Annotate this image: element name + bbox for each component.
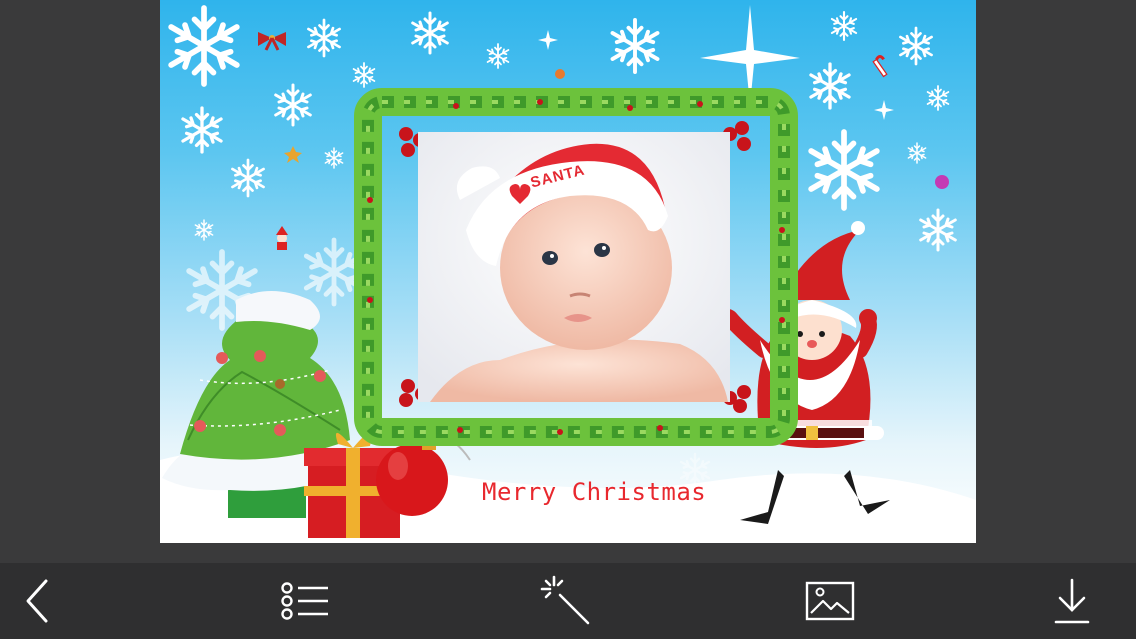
effects-button[interactable] xyxy=(536,571,596,631)
merry-christmas-greeting: Merry Christmas xyxy=(482,478,707,506)
list-icon xyxy=(281,582,328,620)
gallery-button[interactable] xyxy=(800,571,860,631)
card-artwork xyxy=(160,5,976,543)
download-icon xyxy=(1054,578,1090,624)
photo-canvas-area: SANTA SANTA Merry Christmas xyxy=(0,0,1136,563)
bottom-toolbar xyxy=(0,563,1136,639)
image-icon xyxy=(805,581,855,621)
back-button[interactable] xyxy=(10,571,70,631)
download-button[interactable] xyxy=(1042,571,1102,631)
magic-wand-icon xyxy=(540,575,590,625)
christmas-frame-card[interactable]: SANTA SANTA Merry Christmas xyxy=(160,0,976,543)
chevron-left-icon xyxy=(26,579,48,623)
frames-list-button[interactable] xyxy=(274,571,334,631)
